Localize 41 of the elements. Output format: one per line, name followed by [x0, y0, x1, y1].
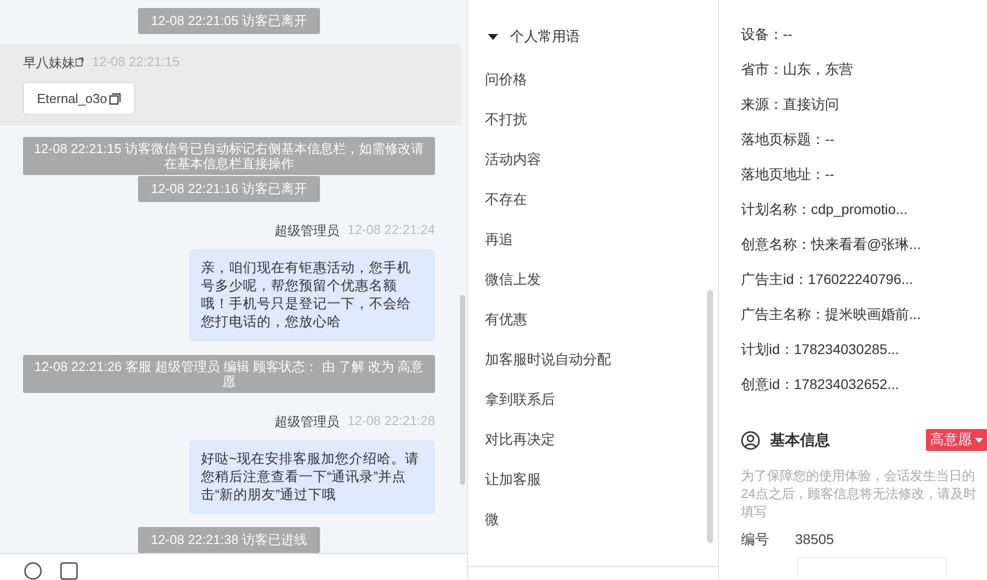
message-time: 12-08 22:21:24 [348, 222, 435, 240]
system-notice: 12-08 22:21:26 客服 超级管理员 编辑 顾客状态： 由 了解 改为 高意愿 [23, 354, 435, 393]
info-field: 广告主id：176022240796... [741, 270, 987, 288]
phrase-item[interactable]: 微信上发 [485, 270, 718, 288]
info-field: 设备：-- [741, 25, 987, 43]
phrase-item[interactable]: 问价格 [485, 70, 718, 88]
phrase-item[interactable]: 让加客服 [485, 470, 718, 488]
phrase-item[interactable]: 有优惠 [485, 310, 718, 328]
phrase-item[interactable]: 微 [485, 510, 718, 528]
info-field: 落地页地址：-- [741, 165, 987, 183]
phrase-item[interactable]: 加客服时说自动分配 [485, 350, 718, 368]
message-time: 12-08 22:21:28 [348, 412, 435, 430]
info-field: 计划名称：cdp_promotio... [741, 200, 987, 218]
notice-text: 为了保障您的使用体验，会话发生当日的24点之后，顾客信息将无法修改，请及时填写 [741, 467, 978, 521]
system-notice: 12-08 22:21:38 访客已进线 [138, 527, 320, 553]
info-field: 广告主名称：提米映画婚前... [741, 305, 987, 323]
info-field: 省市：山东，东营 [741, 60, 987, 78]
sender-name: 早八妹妹 [23, 54, 75, 72]
phrase-item[interactable]: 不打扰 [485, 110, 718, 128]
phrase-item[interactable]: 对比再决定 [485, 430, 718, 448]
phrase-item[interactable]: 活动内容 [485, 150, 718, 168]
info-field: 计划id：178234030285... [741, 340, 987, 358]
phrase-item[interactable]: 再追 [485, 230, 718, 248]
wechat-id-card[interactable]: Eternal_o3o [23, 82, 136, 116]
intent-dropdown[interactable]: 高意愿 [926, 429, 987, 451]
system-notice: 12-08 22:21:05 访客已离开 [138, 8, 320, 34]
phrase-item[interactable]: 不存在 [485, 190, 718, 208]
info-field: 来源：直接访问 [741, 95, 987, 113]
agent-message: 亲，咱们现在有钜惠活动，您手机号多少呢，帮您预留个优惠名额哦！手机号只是登记一下，不会给您打电话的，您放心哈 [189, 249, 435, 342]
info-field: 创意名称：快来看看@张琳... [741, 235, 987, 253]
info-field: 落地页标题：-- [741, 130, 987, 148]
system-notice: 12-08 22:21:15 访客微信号已自动标记右侧基本信息栏，如需修改请在基本信息栏直接操作 [23, 136, 435, 175]
agent-message: 好哒~现在安排客服加您介绍哈。请您稍后注意查看一下“通讯录”并点击“新的朋友”通过下哦 [189, 440, 435, 514]
sender-name: 超级管理员 [274, 222, 340, 240]
section-title: 基本信息 [770, 430, 831, 450]
field-value: 38505 [795, 531, 834, 549]
info-field: 创意id：178234032652... [741, 375, 987, 393]
phrase-item[interactable]: 拿到联系后 [485, 390, 718, 408]
system-notice: 12-08 22:21:16 访客已离开 [138, 176, 320, 202]
field-label: 编号 [741, 531, 769, 549]
sender-name: 超级管理员 [274, 412, 340, 431]
